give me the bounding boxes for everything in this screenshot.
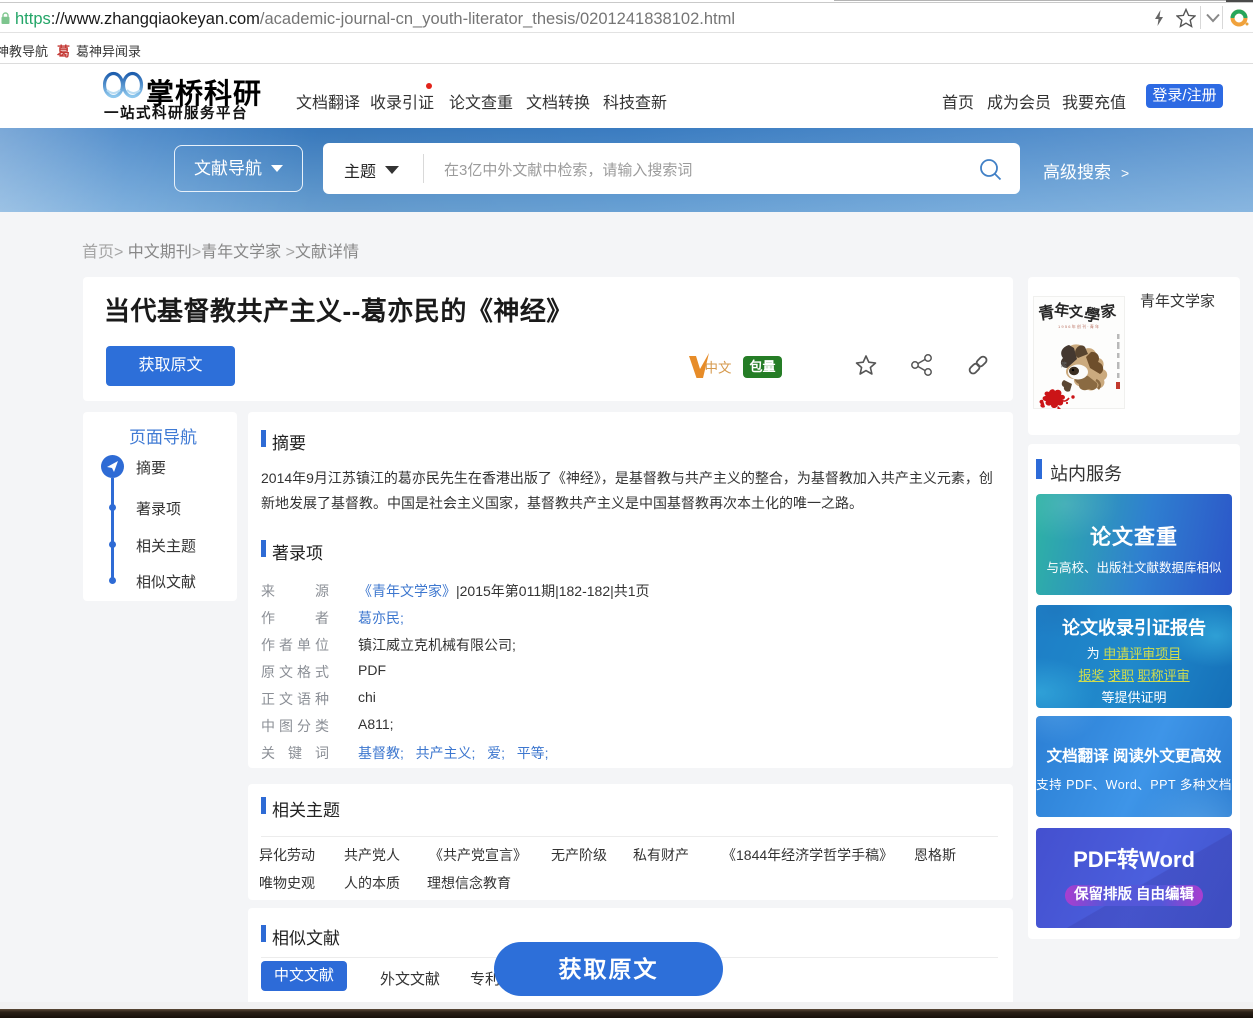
svg-text:1956年创刊·青年: 1956年创刊·青年 <box>1058 323 1100 329</box>
svg-text:學: 學 <box>1083 305 1102 326</box>
svg-text:箴: 箴 <box>1061 361 1067 369</box>
svg-text:中文: 中文 <box>705 361 733 376</box>
svg-text:文: 文 <box>1068 303 1085 321</box>
svg-text:家: 家 <box>1100 302 1117 322</box>
